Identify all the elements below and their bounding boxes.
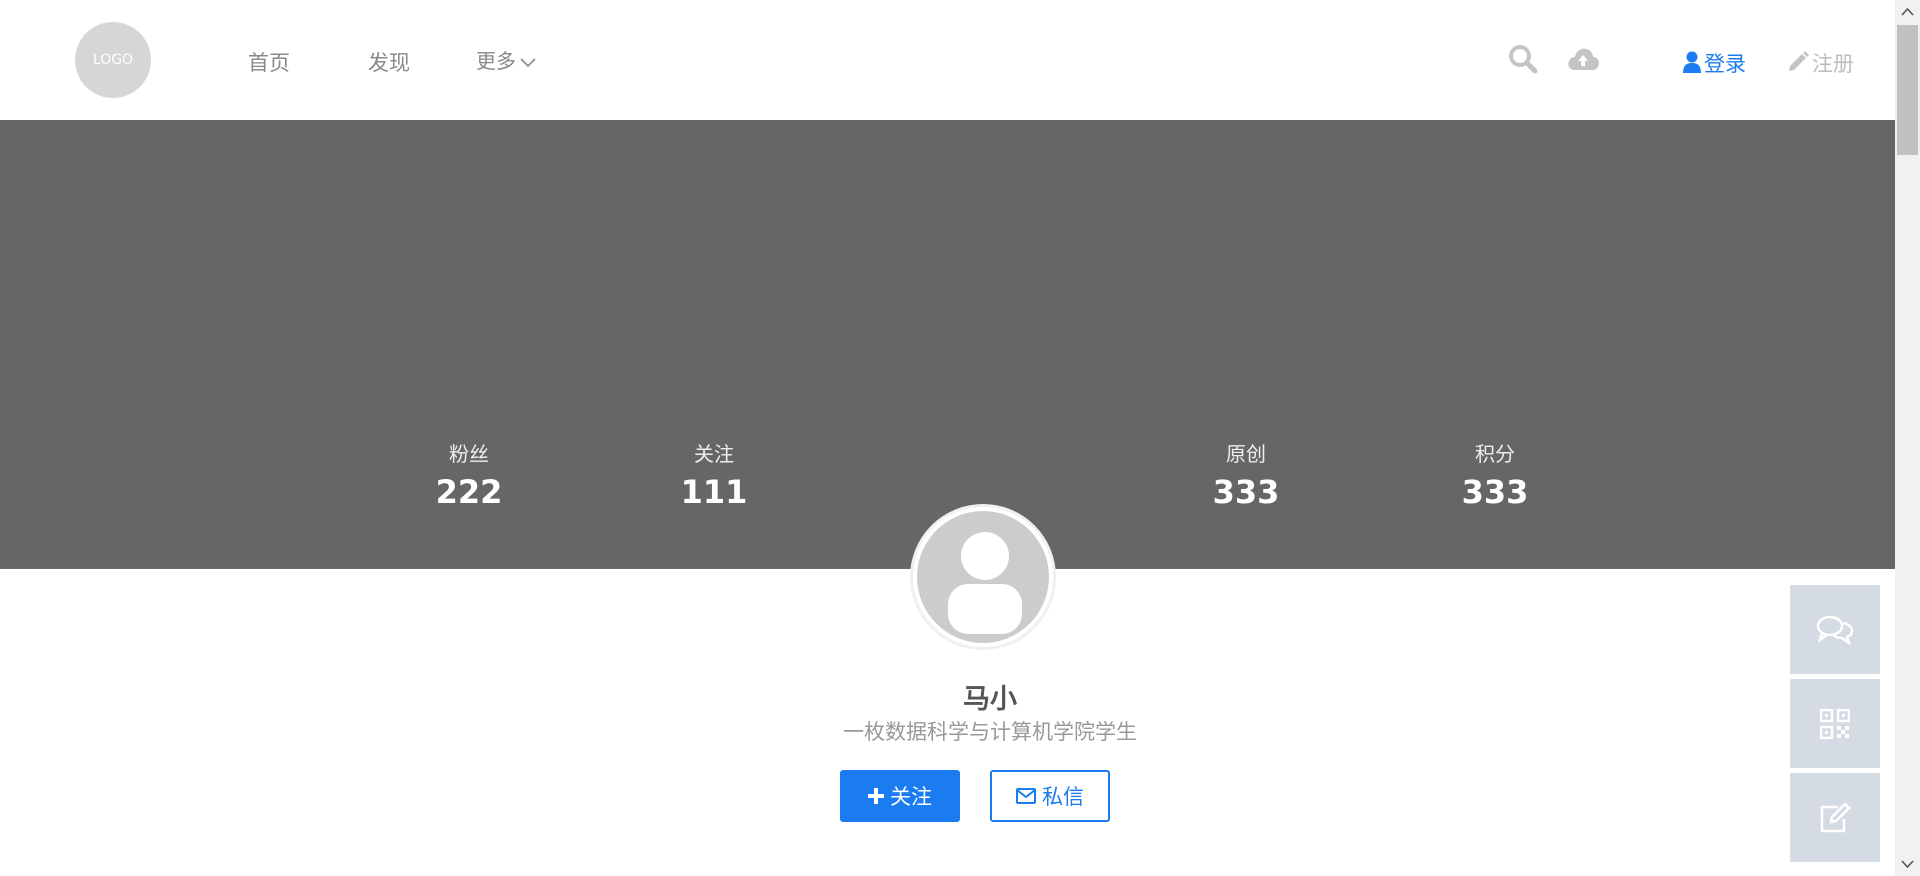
edit-icon bbox=[1820, 801, 1851, 832]
register-link[interactable]: 注册 bbox=[1787, 48, 1854, 78]
page-scrollbar[interactable] bbox=[1895, 0, 1920, 876]
user-icon bbox=[1683, 51, 1701, 73]
plus-icon bbox=[868, 788, 884, 804]
site-logo[interactable]: LOGO bbox=[75, 22, 151, 98]
message-label: 私信 bbox=[1042, 785, 1084, 809]
stat-original[interactable]: 原创 333 bbox=[1176, 438, 1316, 511]
stat-points-label: 积分 bbox=[1475, 442, 1515, 466]
register-label: 注册 bbox=[1812, 52, 1854, 76]
profile-banner: 粉丝 222 关注 111 原创 333 积分 333 bbox=[0, 120, 1895, 569]
stat-following[interactable]: 关注 111 bbox=[644, 438, 784, 511]
stat-points-value: 333 bbox=[1461, 473, 1529, 511]
stat-points[interactable]: 积分 333 bbox=[1425, 438, 1565, 511]
top-navbar: LOGO 首页 发现 更多 登录 注册 bbox=[0, 0, 1895, 120]
chevron-down-icon bbox=[520, 57, 536, 67]
stat-fans[interactable]: 粉丝 222 bbox=[399, 438, 539, 511]
login-label: 登录 bbox=[1704, 52, 1746, 76]
scroll-down-icon[interactable] bbox=[1901, 857, 1914, 870]
nav-discover-link[interactable]: 发现 bbox=[368, 47, 410, 77]
cloud-upload-icon[interactable] bbox=[1566, 46, 1600, 76]
nav-home-link[interactable]: 首页 bbox=[248, 47, 290, 77]
avatar[interactable] bbox=[910, 504, 1056, 650]
scroll-up-icon[interactable] bbox=[1901, 6, 1914, 19]
search-icon[interactable] bbox=[1508, 44, 1538, 78]
side-qrcode-button[interactable] bbox=[1790, 679, 1880, 768]
envelope-icon bbox=[1016, 788, 1036, 804]
qrcode-icon bbox=[1820, 708, 1850, 739]
side-edit-button[interactable] bbox=[1790, 773, 1880, 862]
stat-original-label: 原创 bbox=[1226, 442, 1266, 466]
pencil-icon bbox=[1789, 51, 1809, 71]
nav-more-label: 更多 bbox=[476, 49, 516, 73]
side-chat-button[interactable] bbox=[1790, 585, 1880, 674]
stat-fans-value: 222 bbox=[435, 473, 503, 511]
stat-fans-label: 粉丝 bbox=[449, 442, 489, 466]
follow-button[interactable]: 关注 bbox=[840, 770, 960, 822]
scrollbar-thumb[interactable] bbox=[1897, 25, 1918, 155]
follow-label: 关注 bbox=[890, 785, 932, 809]
stat-following-value: 111 bbox=[680, 473, 748, 511]
message-button[interactable]: 私信 bbox=[990, 770, 1110, 822]
profile-bio: 一枚数据科学与计算机学院学生 bbox=[843, 720, 1137, 744]
stat-original-value: 333 bbox=[1212, 473, 1280, 511]
chat-icon bbox=[1816, 615, 1854, 645]
profile-name: 马小 bbox=[963, 684, 1017, 715]
user-avatar-icon bbox=[917, 511, 1049, 643]
login-link[interactable]: 登录 bbox=[1683, 48, 1746, 78]
stat-following-label: 关注 bbox=[694, 442, 734, 466]
nav-more-dropdown[interactable]: 更多 bbox=[476, 45, 536, 74]
